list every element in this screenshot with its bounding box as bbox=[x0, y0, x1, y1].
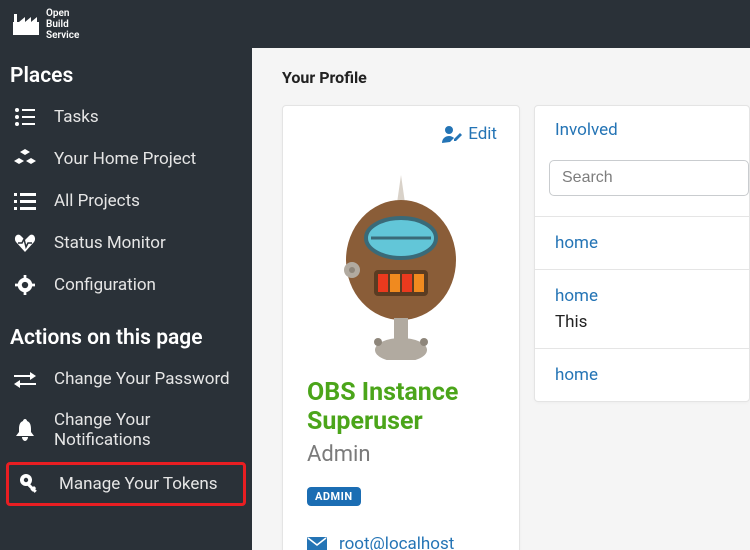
gear-icon bbox=[14, 274, 36, 296]
heartbeat-icon bbox=[14, 232, 36, 254]
sidebar-item-manage-tokens[interactable]: Manage Your Tokens bbox=[9, 465, 243, 503]
list-icon bbox=[14, 190, 36, 212]
topbar: Open Build Service bbox=[0, 0, 750, 48]
tab-involved[interactable]: Involved bbox=[535, 106, 749, 140]
list-item: home bbox=[535, 216, 749, 269]
sidebar: Places Tasks Your Home Project All Proje… bbox=[0, 48, 252, 550]
sidebar-item-change-notifications[interactable]: Change Your Notifications bbox=[0, 400, 252, 460]
list-item: home This bbox=[535, 269, 749, 348]
main-content: Your Profile Edit bbox=[252, 48, 750, 550]
sidebar-item-configuration[interactable]: Configuration bbox=[0, 264, 252, 306]
sidebar-item-label: Change Your Password bbox=[54, 369, 230, 389]
sidebar-item-label: Configuration bbox=[54, 275, 156, 295]
sidebar-item-label: Tasks bbox=[54, 107, 99, 127]
sidebar-item-all-projects[interactable]: All Projects bbox=[0, 180, 252, 222]
sidebar-section-places: Places bbox=[0, 56, 252, 96]
user-edit-icon bbox=[442, 125, 462, 143]
sidebar-item-change-password[interactable]: Change Your Password bbox=[0, 358, 252, 400]
role-badge: ADMIN bbox=[307, 487, 361, 506]
sidebar-item-status-monitor[interactable]: Status Monitor bbox=[0, 222, 252, 264]
profile-email: root@localhost bbox=[339, 534, 454, 550]
exchange-icon bbox=[14, 368, 36, 390]
cubes-icon bbox=[14, 148, 36, 170]
edit-profile-link[interactable]: Edit bbox=[442, 124, 497, 144]
sidebar-item-tasks[interactable]: Tasks bbox=[0, 96, 252, 138]
sidebar-item-label: Status Monitor bbox=[54, 233, 166, 253]
project-link[interactable]: home bbox=[555, 286, 749, 306]
factory-icon bbox=[12, 12, 40, 36]
profile-card: Edit bbox=[282, 105, 520, 550]
project-link[interactable]: home bbox=[555, 365, 749, 385]
bell-icon bbox=[14, 419, 36, 441]
involvement-card: Involved home home This home bbox=[534, 105, 750, 402]
key-icon bbox=[19, 473, 41, 495]
list-item: home bbox=[535, 348, 749, 401]
profile-username: Admin bbox=[307, 442, 495, 467]
project-link[interactable]: home bbox=[555, 233, 749, 253]
tasks-icon bbox=[14, 106, 36, 128]
highlight-manage-tokens: Manage Your Tokens bbox=[6, 462, 246, 506]
sidebar-item-label: Manage Your Tokens bbox=[59, 474, 218, 494]
profile-display-name: OBS Instance Superuser bbox=[307, 378, 495, 436]
edit-label: Edit bbox=[468, 124, 497, 144]
sidebar-item-label: All Projects bbox=[54, 191, 140, 211]
avatar bbox=[307, 170, 495, 360]
sidebar-item-label: Change Your Notifications bbox=[54, 410, 238, 450]
sidebar-item-home-project[interactable]: Your Home Project bbox=[0, 138, 252, 180]
sidebar-section-actions: Actions on this page bbox=[0, 318, 252, 358]
envelope-icon bbox=[307, 537, 327, 550]
robot-avatar-icon bbox=[316, 170, 486, 360]
sidebar-item-label: Your Home Project bbox=[54, 149, 196, 169]
page-title: Your Profile bbox=[282, 68, 750, 87]
profile-email-link[interactable]: root@localhost bbox=[307, 534, 495, 550]
project-desc: This bbox=[555, 312, 749, 332]
search-input[interactable] bbox=[549, 160, 749, 196]
app-logo[interactable]: Open Build Service bbox=[12, 8, 79, 41]
app-logo-text: Open Build Service bbox=[46, 8, 79, 41]
